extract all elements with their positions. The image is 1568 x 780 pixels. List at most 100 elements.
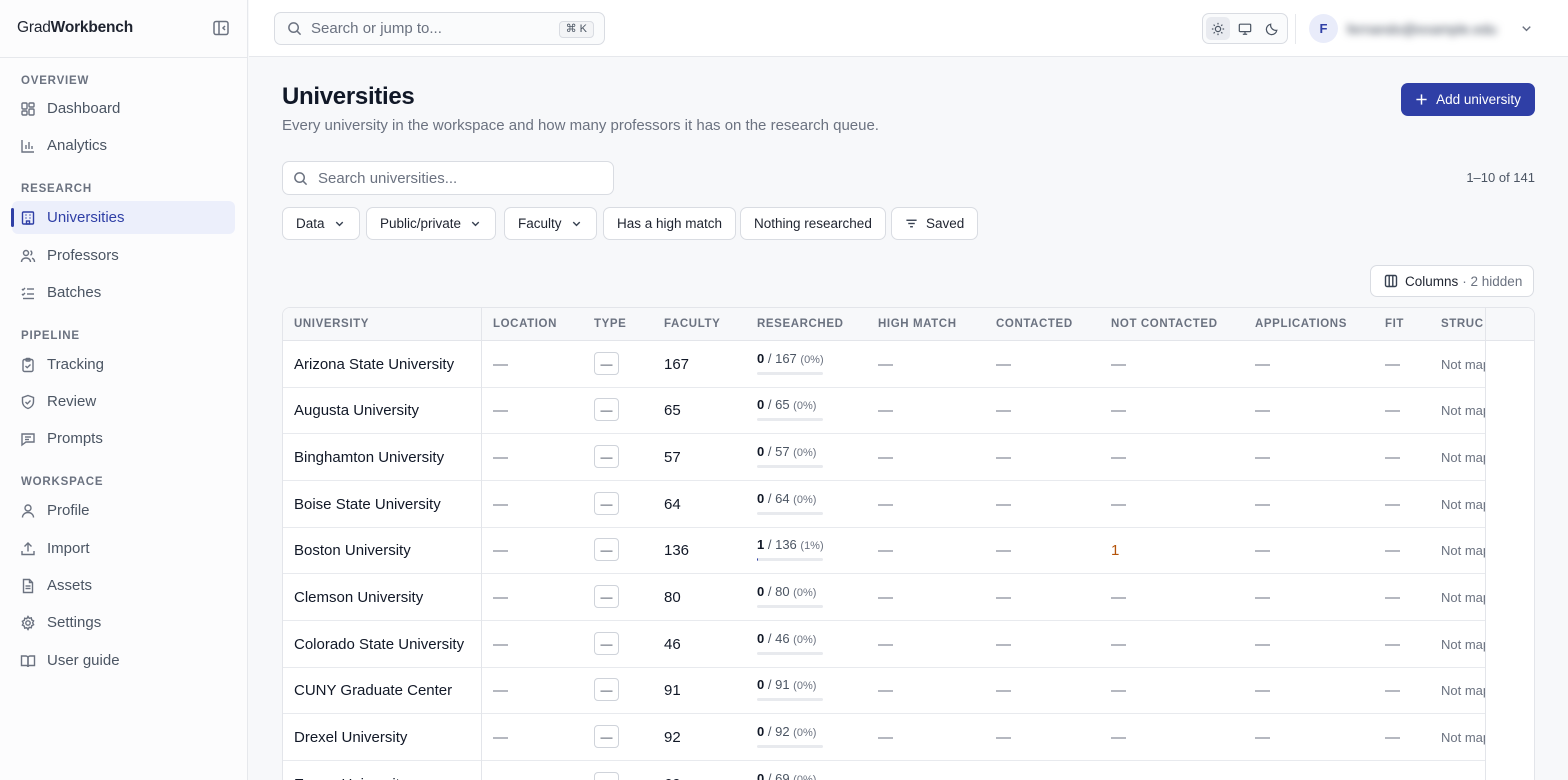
- table-row[interactable]: CUNY Graduate Center — — — — — — — 91 0 / 91 (0%)…: [283, 667, 1534, 714]
- global-search-input[interactable]: Search or jump to... ⌘ K: [274, 12, 605, 45]
- university-name-cell[interactable]: Colorado State University: [294, 636, 464, 653]
- type-select[interactable]: —: [594, 772, 619, 780]
- table-row[interactable]: Boston University — — — 1 — — — 136 1 / 136 (1%) N…: [283, 527, 1534, 574]
- table-row[interactable]: Clemson University — — — — — — — 80 0 / 80 (0%) No…: [283, 574, 1534, 621]
- table-row[interactable]: Binghamton University — — — — — — — 57 0 / 57 (0%…: [283, 434, 1534, 481]
- fit-cell: —: [1385, 449, 1400, 466]
- table-row[interactable]: Augusta University — — — — — — — 65 0 / 65 (0%) No…: [283, 387, 1534, 434]
- header-location[interactable]: LOCATION: [493, 318, 557, 330]
- avatar[interactable]: F: [1309, 14, 1338, 43]
- researched-progress-bar: [757, 605, 823, 608]
- university-name-cell[interactable]: Clemson University: [294, 589, 423, 606]
- high-match-cell: —: [878, 636, 893, 653]
- sidebar-item-universities[interactable]: Universities: [11, 201, 235, 234]
- type-select[interactable]: —: [594, 445, 619, 468]
- header-faculty[interactable]: FACULTY: [664, 318, 720, 330]
- type-select[interactable]: —: [594, 725, 619, 748]
- header-type[interactable]: TYPE: [594, 318, 626, 330]
- type-select[interactable]: —: [594, 538, 619, 561]
- system-theme-button[interactable]: [1233, 17, 1257, 40]
- sidebar-item-label: Assets: [47, 577, 93, 594]
- sidebar-item-dashboard[interactable]: Dashboard: [12, 92, 235, 125]
- sidebar-item-analytics[interactable]: Analytics: [12, 129, 235, 162]
- applications-cell: —: [1255, 402, 1270, 419]
- university-name-cell[interactable]: Boise State University: [294, 496, 441, 513]
- university-name-cell[interactable]: Boston University: [294, 542, 411, 559]
- header-researched[interactable]: RESEARCHED: [757, 318, 844, 330]
- sidebar-item-professors[interactable]: Professors: [12, 239, 235, 272]
- filter-high-match[interactable]: Has a high match: [603, 207, 737, 240]
- sidebar-item-review[interactable]: Review: [12, 385, 235, 418]
- sidebar-item-assets[interactable]: Assets: [12, 569, 235, 602]
- researched-cell: 0 / 64 (0%): [757, 491, 816, 506]
- filter-data[interactable]: Data: [282, 207, 360, 240]
- app-logo[interactable]: GradWorkbench: [17, 19, 133, 37]
- filter-faculty[interactable]: Faculty: [504, 207, 597, 240]
- faculty-count-cell: 91: [664, 682, 681, 699]
- sidebar-item-settings[interactable]: Settings: [12, 606, 235, 639]
- researched-cell: 0 / 65 (0%): [757, 397, 816, 412]
- shortcut-hint: ⌘ K: [558, 21, 594, 38]
- header-high-match[interactable]: HIGH MATCH: [878, 318, 957, 330]
- structure-cell: Not mapped: [1441, 590, 1485, 605]
- type-select[interactable]: —: [594, 678, 619, 701]
- filter-public-private[interactable]: Public/private: [366, 207, 497, 240]
- filter-nothing-researched-label: Nothing researched: [754, 216, 872, 231]
- columns-icon: [1384, 274, 1398, 288]
- university-name-cell[interactable]: Binghamton University: [294, 449, 444, 466]
- university-name-cell[interactable]: CUNY Graduate Center: [294, 682, 452, 699]
- table-row[interactable]: Drexel University — — — — — — — 92 0 / 92 (0%) Not…: [283, 714, 1534, 761]
- sidebar-item-prompts[interactable]: Prompts: [12, 422, 235, 455]
- type-select[interactable]: —: [594, 585, 619, 608]
- type-select[interactable]: —: [594, 492, 619, 515]
- dark-theme-button[interactable]: [1260, 17, 1284, 40]
- header-not-contacted[interactable]: NOT CONTACTED: [1111, 318, 1218, 330]
- filter-public-private-label: Public/private: [380, 216, 462, 231]
- universities-table: UNIVERSITY LOCATION TYPE FACULTY RESEARC…: [282, 307, 1535, 780]
- light-theme-button[interactable]: [1206, 17, 1230, 40]
- university-name-cell[interactable]: Arizona State University: [294, 356, 454, 373]
- columns-button-label: Columns: [1405, 273, 1459, 289]
- not-contacted-cell: —: [1111, 682, 1126, 699]
- researched-count: 0: [757, 724, 765, 739]
- filter-nothing-researched[interactable]: Nothing researched: [740, 207, 886, 240]
- applications-cell: —: [1255, 356, 1270, 373]
- table-row[interactable]: Boise State University — — — — — — — 64 0 / 64 (0…: [283, 481, 1534, 528]
- saved-filters-button[interactable]: Saved: [891, 207, 979, 240]
- location-cell: —: [493, 729, 508, 746]
- university-name-cell[interactable]: Drexel University: [294, 729, 407, 746]
- sidebar-item-batches[interactable]: Batches: [12, 276, 235, 309]
- type-select[interactable]: —: [594, 632, 619, 655]
- add-university-button[interactable]: Add university: [1401, 83, 1535, 116]
- sidebar-item-user-guide[interactable]: User guide: [12, 644, 235, 677]
- structure-cell: Not mapped: [1441, 637, 1485, 652]
- sidebar-collapse-icon[interactable]: [212, 19, 230, 37]
- table-row[interactable]: Colorado State University — — — — — — — 46 0 / 46…: [283, 621, 1534, 668]
- type-select[interactable]: —: [594, 398, 619, 421]
- table-row[interactable]: Arizona State University — — — — — — — 167 0 / 16…: [283, 341, 1534, 388]
- university-name-cell[interactable]: Augusta University: [294, 402, 419, 419]
- university-search-input[interactable]: [318, 169, 588, 187]
- table-row[interactable]: Emory University———————690 / 69 (0%)Not …: [283, 761, 1534, 780]
- header-fit[interactable]: FIT: [1385, 318, 1404, 330]
- location-cell: —: [493, 496, 508, 513]
- header-structure[interactable]: STRUC: [1441, 318, 1485, 330]
- fit-cell: —: [1385, 542, 1400, 559]
- fit-cell: —: [1385, 776, 1400, 780]
- type-select[interactable]: —: [594, 352, 619, 375]
- columns-button[interactable]: Columns · 2 hidden: [1370, 265, 1534, 297]
- chevron-down-icon[interactable]: [1519, 21, 1534, 36]
- researched-percent: (0%): [793, 400, 817, 412]
- researched-total: / 57: [767, 444, 790, 459]
- header-contacted[interactable]: CONTACTED: [996, 318, 1073, 330]
- header-university[interactable]: UNIVERSITY: [294, 318, 369, 330]
- header-applications[interactable]: APPLICATIONS: [1255, 318, 1347, 330]
- researched-cell: 0 / 46 (0%): [757, 631, 816, 646]
- sidebar-item-import[interactable]: Import: [12, 532, 235, 565]
- university-name-cell[interactable]: Emory University: [294, 776, 407, 780]
- user-email[interactable]: fernando@example.edu ...: [1347, 21, 1497, 37]
- section-label-workspace: WORKSPACE: [21, 476, 104, 488]
- structure-cell: Not mapped: [1441, 403, 1485, 418]
- sidebar-item-profile[interactable]: Profile: [12, 494, 235, 527]
- sidebar-item-tracking[interactable]: Tracking: [12, 348, 235, 381]
